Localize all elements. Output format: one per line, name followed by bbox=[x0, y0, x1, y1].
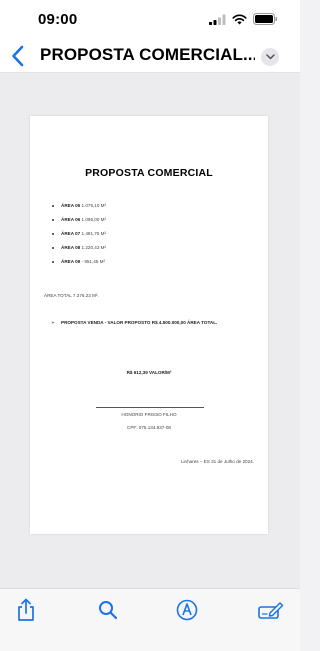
price-per-m2: R$ 612,39 VALOR/M² bbox=[126, 370, 172, 375]
proposal-text: ➢ PROPOSTA VENDA - VALOR PROPOSTO R$ 4.5… bbox=[51, 319, 251, 326]
signature-line bbox=[96, 407, 204, 408]
list-item: ÁREA 08 1.220,43 M² bbox=[52, 245, 106, 259]
document-page: PROPOSTA COMERCIAL ÁREA 05 1.075,10 M² Á… bbox=[30, 116, 268, 534]
back-chevron-icon bbox=[11, 45, 23, 67]
list-item: ÁREA 06 1.095,00 M² bbox=[52, 217, 106, 231]
document-title: PROPOSTA COMERCIAL bbox=[85, 167, 213, 179]
edit-form-icon bbox=[258, 602, 284, 619]
title-menu-button[interactable] bbox=[261, 48, 279, 66]
markup-icon bbox=[176, 599, 198, 621]
area-value: - 951,45 M² bbox=[80, 259, 106, 264]
search-icon bbox=[99, 601, 118, 620]
area-label: ÁREA 07 bbox=[61, 231, 81, 236]
wifi-icon bbox=[232, 14, 247, 24]
nav-bar: PROPOSTA COMERCIAL... bbox=[0, 40, 300, 73]
markup-button[interactable] bbox=[174, 597, 200, 623]
share-button[interactable] bbox=[13, 597, 39, 623]
place-date: Linhares – ES 31 de Julho de 2024. bbox=[180, 459, 254, 464]
list-item: ÁREA 07 1.481,75 M² bbox=[52, 231, 106, 245]
area-label: ÁREA 09 bbox=[61, 259, 81, 264]
proposal-body: PROPOSTA VENDA - VALOR PROPOSTO R$ 4.500… bbox=[61, 320, 218, 325]
signal-icon bbox=[209, 14, 226, 25]
area-value: 1.095,00 M² bbox=[80, 217, 107, 222]
chevron-down-icon bbox=[265, 54, 275, 60]
bottom-toolbar bbox=[0, 588, 300, 651]
area-label: ÁREA 05 bbox=[61, 203, 81, 208]
arrow-bullet-icon: ➢ bbox=[51, 320, 55, 325]
list-item: ÁREA 09 - 951,45 M² bbox=[52, 259, 106, 273]
area-total: ÁREA TOTAL 7.376,23 M². bbox=[44, 293, 99, 298]
signer-cpf: CPF: 075.134.837-08 bbox=[127, 425, 171, 430]
status-icons bbox=[209, 13, 278, 25]
area-value: 1.220,43 M² bbox=[80, 245, 107, 250]
signer-name: HONORIO FRISSO FILHO bbox=[121, 412, 177, 417]
status-time: 09:00 bbox=[38, 11, 78, 28]
nav-title: PROPOSTA COMERCIAL... bbox=[40, 45, 255, 64]
battery-icon bbox=[253, 13, 278, 25]
back-button[interactable] bbox=[6, 43, 28, 69]
area-label: ÁREA 06 bbox=[61, 217, 81, 222]
share-icon bbox=[18, 598, 34, 621]
document-viewer[interactable]: PROPOSTA COMERCIAL ÁREA 05 1.075,10 M² Á… bbox=[0, 73, 300, 588]
area-value: 1.481,75 M² bbox=[80, 231, 107, 236]
edit-form-button[interactable] bbox=[258, 597, 284, 623]
area-list: ÁREA 05 1.075,10 M² ÁREA 06 1.095,00 M² … bbox=[52, 203, 106, 273]
list-item: ÁREA 05 1.075,10 M² bbox=[52, 203, 106, 217]
search-button[interactable] bbox=[95, 597, 121, 623]
status-bar: 09:00 bbox=[0, 0, 300, 40]
area-label: ÁREA 08 bbox=[61, 245, 81, 250]
area-value: 1.075,10 M² bbox=[80, 203, 107, 208]
